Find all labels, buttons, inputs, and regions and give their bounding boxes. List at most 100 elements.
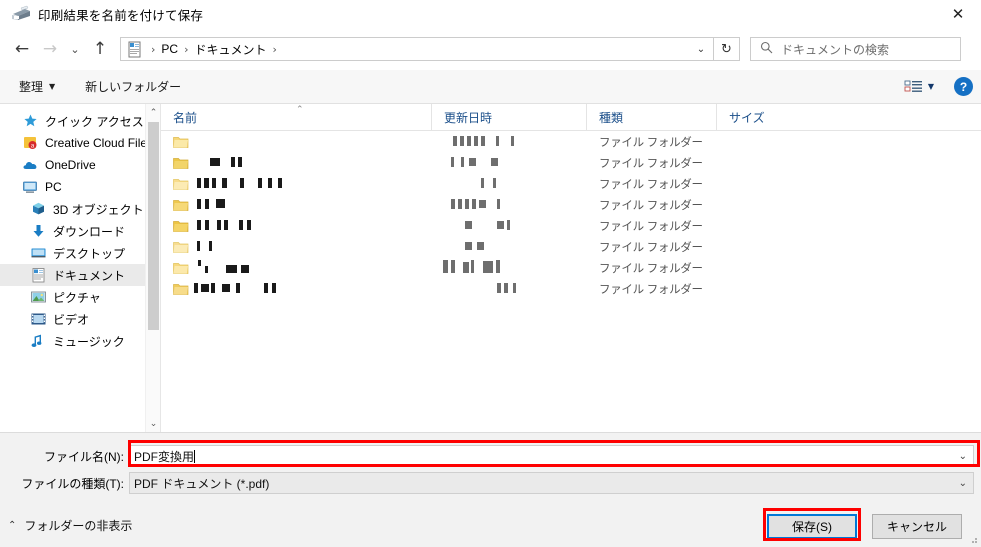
- save-button[interactable]: 保存(S): [767, 514, 857, 539]
- sidebar-item-pc[interactable]: PC: [0, 176, 145, 198]
- breadcrumb-separator-0[interactable]: ›: [146, 43, 160, 56]
- refresh-icon[interactable]: ↻: [714, 37, 740, 61]
- sidebar-item-documents[interactable]: ドキュメント: [0, 264, 145, 286]
- column-label: 種類: [599, 110, 624, 125]
- file-rows: ファイル フォルダー ファイル フォルダー ファイル フォルダー ファイル フォ…: [161, 131, 981, 299]
- hide-folders-button[interactable]: ⌃ フォルダーの非表示: [8, 517, 132, 534]
- sidebar-item-label: PC: [45, 180, 62, 194]
- table-row[interactable]: ファイル フォルダー: [161, 257, 981, 278]
- column-label: サイズ: [729, 110, 765, 125]
- file-type: ファイル フォルダー: [599, 178, 703, 191]
- filetype-field[interactable]: PDF ドキュメント (*.pdf) ⌄: [129, 472, 974, 494]
- title-bar: 印刷結果を名前を付けて保存 ✕: [0, 0, 981, 28]
- sidebar-item-label: ドキュメント: [53, 268, 126, 283]
- help-button[interactable]: ?: [954, 77, 973, 96]
- column-header-date[interactable]: 更新日時: [431, 103, 586, 131]
- dialog-content: クイック アクセス a Creative Cloud File OneDrive: [0, 103, 981, 432]
- sidebar-item-label: ビデオ: [53, 312, 90, 327]
- address-bar[interactable]: › PC › ドキュメント › ⌄: [120, 37, 714, 61]
- filename-field[interactable]: PDF変換用 ⌄: [129, 445, 974, 467]
- file-type: ファイル フォルダー: [599, 241, 703, 254]
- view-dropdown-icon[interactable]: ▼: [928, 82, 934, 91]
- filename-label: ファイル名(N):: [44, 449, 124, 464]
- creative-cloud-icon: a: [22, 135, 39, 151]
- file-type: ファイル フォルダー: [599, 157, 703, 170]
- folder-icon: [173, 219, 189, 233]
- file-type: ファイル フォルダー: [599, 262, 703, 275]
- back-icon[interactable]: ←: [8, 35, 36, 63]
- new-folder-button[interactable]: 新しいフォルダー: [76, 75, 190, 99]
- documents-icon: [30, 267, 47, 283]
- sidebar-item-videos[interactable]: ビデオ: [0, 308, 145, 330]
- sidebar-item-label: ミュージック: [53, 334, 125, 349]
- new-folder-label: 新しいフォルダー: [85, 80, 182, 94]
- column-label: 名前: [173, 110, 198, 125]
- computer-icon: [22, 179, 39, 195]
- sidebar-item-music[interactable]: ミュージック: [0, 330, 145, 352]
- table-row[interactable]: ファイル フォルダー: [161, 278, 981, 299]
- up-icon[interactable]: ↑: [86, 35, 114, 63]
- cube-icon: [30, 201, 47, 217]
- search-icon: [760, 41, 773, 57]
- recent-locations-icon[interactable]: ⌄: [64, 35, 86, 63]
- file-date-redacted: [441, 259, 591, 276]
- column-header-name[interactable]: 名前 ⌃: [161, 104, 431, 131]
- scroll-down-icon[interactable]: ⌄: [146, 415, 161, 432]
- cancel-button[interactable]: キャンセル: [872, 514, 962, 539]
- file-type: ファイル フォルダー: [599, 136, 703, 149]
- search-input[interactable]: ドキュメントの検索: [781, 41, 889, 58]
- close-icon[interactable]: ✕: [935, 0, 981, 28]
- sidebar-item-creative-cloud[interactable]: a Creative Cloud File: [0, 132, 145, 154]
- sidebar-item-label: OneDrive: [45, 158, 96, 172]
- sort-ascending-icon: ⌃: [296, 104, 304, 115]
- navigation-bar: ← → ⌄ ↑ › PC › ドキュメント › ⌄ ↻ ドキュメントの検索: [0, 28, 981, 70]
- filename-input[interactable]: PDF変換用: [130, 448, 194, 465]
- file-date-redacted: [441, 239, 591, 255]
- hide-folders-label: フォルダーの非表示: [24, 519, 133, 533]
- folder-icon: [173, 156, 189, 170]
- column-header-size[interactable]: サイズ: [716, 103, 801, 131]
- chevron-down-icon[interactable]: ⌄: [959, 478, 967, 489]
- table-row[interactable]: ファイル フォルダー: [161, 152, 981, 173]
- view-list-icon[interactable]: [904, 79, 924, 95]
- sidebar-item-label: デスクトップ: [53, 246, 126, 261]
- chevron-down-icon[interactable]: ⌄: [689, 38, 713, 60]
- organize-button[interactable]: 整理 ▼: [10, 75, 64, 99]
- search-box[interactable]: ドキュメントの検索: [750, 37, 961, 61]
- sidebar-item-3d-objects[interactable]: 3D オブジェクト: [0, 198, 145, 220]
- save-options-panel: ファイル名(N): PDF変換用 ⌄ ファイルの種類(T): PDF ドキュメン…: [0, 432, 981, 547]
- sidebar-item-onedrive[interactable]: OneDrive: [0, 154, 145, 176]
- resize-grip[interactable]: [968, 534, 978, 544]
- sidebar-item-downloads[interactable]: ダウンロード: [0, 220, 145, 242]
- chevron-down-icon[interactable]: ⌄: [959, 451, 967, 462]
- folder-icon: [173, 177, 189, 191]
- text-cursor: [194, 449, 196, 463]
- sidebar-item-quick-access[interactable]: クイック アクセス: [0, 110, 145, 132]
- file-list-pane: 名前 ⌃ 更新日時 種類 サイズ ファイル フォルダー ファイル フォルダー フ…: [161, 103, 981, 432]
- table-row[interactable]: ファイル フォルダー: [161, 131, 981, 152]
- folder-icon: [173, 135, 189, 149]
- breadcrumb-separator-1[interactable]: ›: [179, 43, 193, 56]
- file-date-redacted: [441, 134, 591, 150]
- column-header-type[interactable]: 種類: [586, 103, 716, 131]
- breadcrumb-item-pc[interactable]: PC: [160, 42, 179, 56]
- column-label: 更新日時: [444, 110, 493, 125]
- table-row[interactable]: ファイル フォルダー: [161, 173, 981, 194]
- table-row[interactable]: ファイル フォルダー: [161, 236, 981, 257]
- sidebar-item-label: Creative Cloud File: [45, 136, 145, 150]
- documents-folder-icon: [127, 41, 143, 58]
- scrollbar-thumb[interactable]: [148, 122, 159, 330]
- table-row[interactable]: ファイル フォルダー: [161, 215, 981, 236]
- sidebar-item-label: 3D オブジェクト: [53, 202, 144, 217]
- chevron-down-icon: ▼: [49, 82, 56, 91]
- sidebar-item-label: ダウンロード: [53, 224, 126, 239]
- breadcrumb-item-documents[interactable]: ドキュメント: [193, 41, 267, 58]
- breadcrumb-separator-2[interactable]: ›: [268, 43, 282, 56]
- sidebar-item-pictures[interactable]: ピクチャ: [0, 286, 145, 308]
- sidebar-item-desktop[interactable]: デスクトップ: [0, 242, 145, 264]
- filename-row: ファイル名(N): PDF変換用 ⌄: [0, 445, 981, 467]
- table-row[interactable]: ファイル フォルダー: [161, 194, 981, 215]
- sidebar-scrollbar[interactable]: ⌃ ⌄: [145, 104, 160, 432]
- scroll-up-icon[interactable]: ⌃: [146, 104, 161, 121]
- file-date-redacted: [441, 176, 591, 192]
